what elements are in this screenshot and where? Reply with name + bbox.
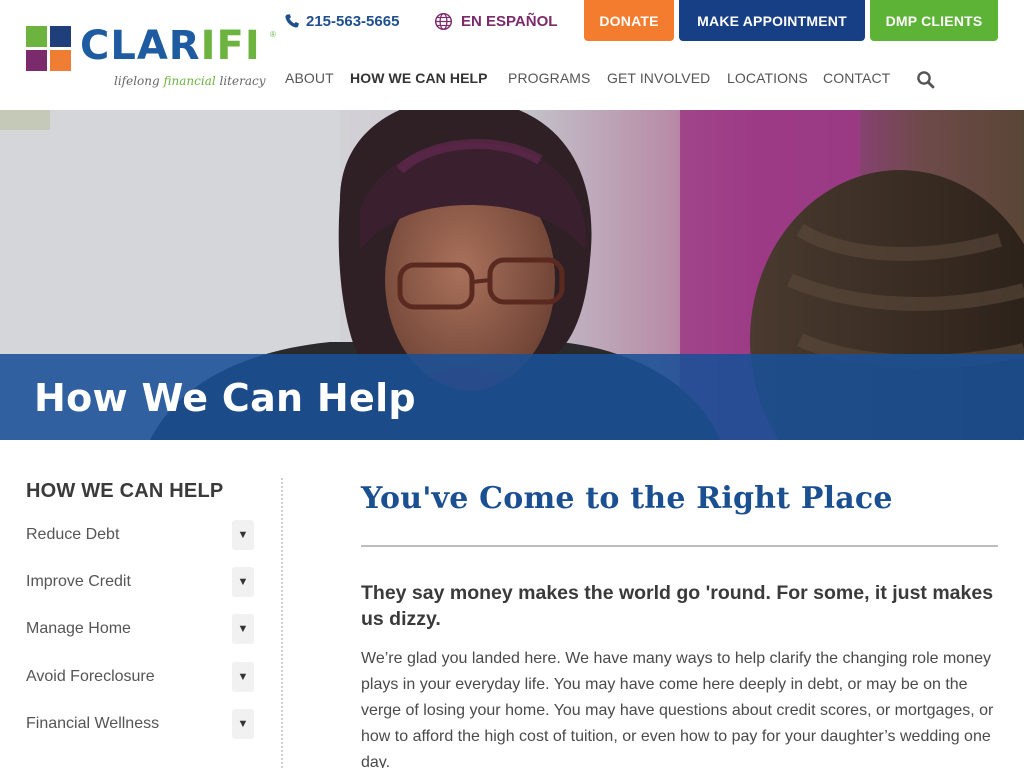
- clarifi-logo[interactable]: CLARIFI ® lifelong financial literacy: [26, 24, 278, 92]
- language-link[interactable]: EN ESPAÑOL: [434, 11, 557, 31]
- logo-wordmark: CLARIFI: [80, 24, 261, 68]
- search-icon[interactable]: [916, 70, 936, 90]
- sidebar-item-avoid-foreclosure[interactable]: Avoid Foreclosure ▼: [26, 662, 254, 692]
- expand-arrow-icon[interactable]: ▼: [232, 662, 254, 692]
- logo-registered-mark: ®: [270, 30, 276, 39]
- logo-tagline-accent: financial: [163, 74, 216, 88]
- content-divider: [361, 545, 998, 547]
- logo-tagline-post: literacy: [215, 74, 266, 88]
- logo-tagline-pre: lifelong: [114, 74, 164, 88]
- hero-banner: How We Can Help: [0, 110, 1024, 440]
- nav-programs[interactable]: PROGRAMS: [508, 68, 590, 88]
- expand-arrow-icon[interactable]: ▼: [232, 520, 254, 550]
- sidebar-item-label[interactable]: Improve Credit: [26, 573, 131, 591]
- sidebar-item-improve-credit[interactable]: Improve Credit ▼: [26, 567, 254, 597]
- logo-mark-icon: [26, 26, 72, 72]
- logo-tagline: lifelong financial literacy: [114, 74, 266, 88]
- phone-number: 215-563-5665: [306, 12, 400, 30]
- nav-contact[interactable]: CONTACT: [823, 68, 890, 88]
- content-heading: You've Come to the Right Place: [361, 481, 893, 516]
- sidebar-divider: [281, 478, 283, 768]
- logo-square-purple: [26, 50, 47, 71]
- phone-icon: [285, 14, 299, 28]
- nav-about[interactable]: ABOUT: [285, 68, 334, 88]
- donate-button[interactable]: DONATE: [584, 0, 674, 41]
- sidebar-item-manage-home[interactable]: Manage Home ▼: [26, 614, 254, 644]
- logo-square-green: [26, 26, 47, 47]
- sidebar-item-financial-wellness[interactable]: Financial Wellness ▼: [26, 709, 254, 739]
- logo-word-main: CLAR: [80, 23, 201, 69]
- site-header: CLARIFI ® lifelong financial literacy 21…: [0, 0, 1024, 110]
- sidebar-item-label[interactable]: Avoid Foreclosure: [26, 668, 155, 686]
- sidebar-item-label[interactable]: Manage Home: [26, 620, 131, 638]
- sidebar-item-label[interactable]: Financial Wellness: [26, 715, 159, 733]
- logo-square-navy: [50, 26, 71, 47]
- expand-arrow-icon[interactable]: ▼: [232, 567, 254, 597]
- logo-square-orange: [50, 50, 71, 71]
- logo-word-accent: IFI: [200, 23, 261, 69]
- sidebar-item-label[interactable]: Reduce Debt: [26, 526, 119, 544]
- make-appointment-button[interactable]: MAKE APPOINTMENT: [679, 0, 865, 41]
- expand-arrow-icon[interactable]: ▼: [232, 709, 254, 739]
- nav-locations[interactable]: LOCATIONS: [727, 68, 808, 88]
- nav-how-we-can-help[interactable]: HOW WE CAN HELP: [350, 68, 488, 88]
- phone-link[interactable]: 215-563-5665: [284, 11, 399, 31]
- content-lead: They say money makes the world go 'round…: [361, 582, 994, 630]
- dmp-clients-button[interactable]: DMP CLIENTS: [870, 0, 998, 41]
- nav-get-involved[interactable]: GET INVOLVED: [607, 68, 710, 88]
- globe-icon: [434, 12, 453, 30]
- content-body: We’re glad you landed here. We have many…: [361, 650, 994, 768]
- page-title: How We Can Help: [34, 376, 416, 420]
- sidebar-title: HOW WE CAN HELP: [26, 480, 224, 502]
- expand-arrow-icon[interactable]: ▼: [232, 614, 254, 644]
- sidebar-item-reduce-debt[interactable]: Reduce Debt ▼: [26, 520, 254, 550]
- language-label: EN ESPAÑOL: [461, 12, 558, 30]
